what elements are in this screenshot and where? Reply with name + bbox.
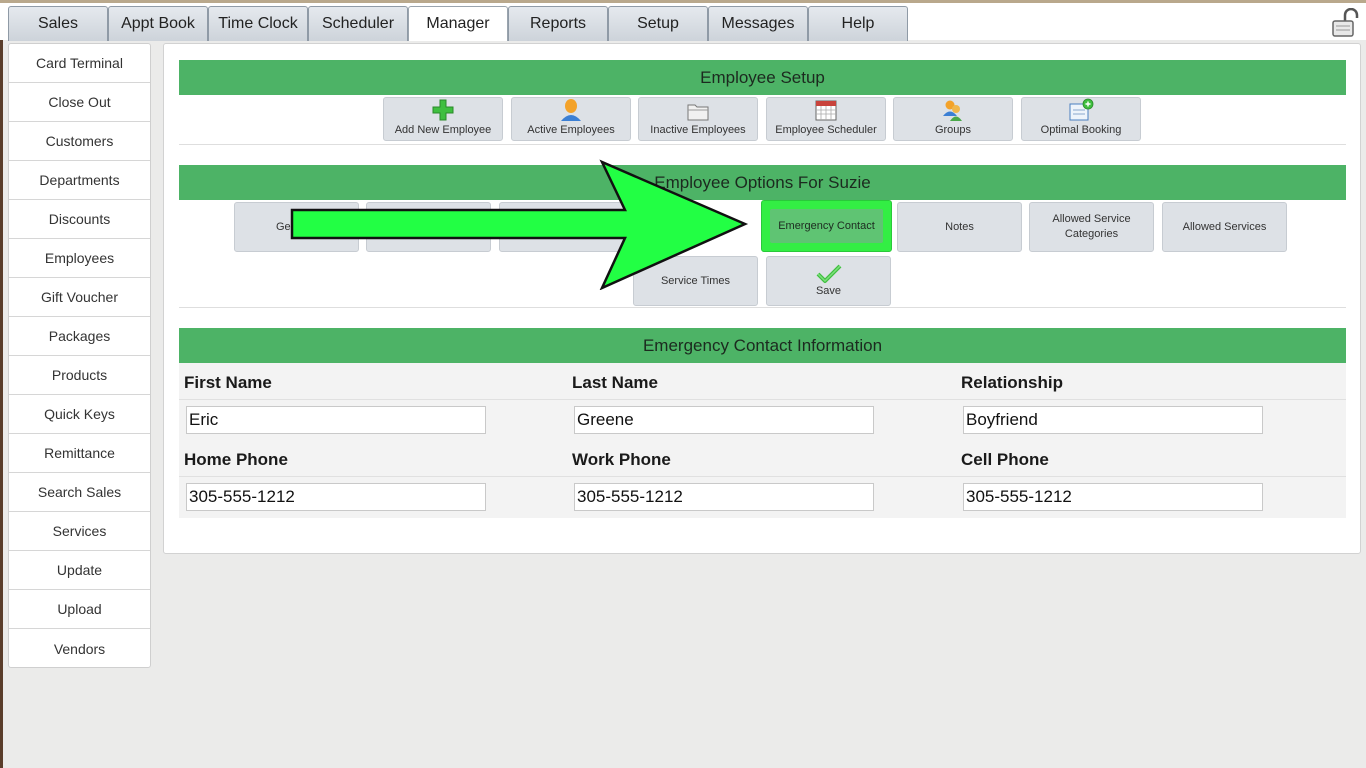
tab-messages[interactable]: Messages [708, 6, 808, 41]
add-new-employee-button[interactable]: Add New Employee [383, 97, 503, 141]
option-button-hidden-2[interactable]: s [499, 202, 624, 252]
save-button[interactable]: Save [766, 256, 891, 306]
divider [179, 144, 1346, 145]
main-tabs: Sales Appt Book Time Clock Scheduler Man… [8, 6, 908, 41]
groups-button[interactable]: Groups [893, 97, 1013, 141]
sidebar-item-card-terminal[interactable]: Card Terminal [9, 44, 150, 83]
active-employees-button[interactable]: Active Employees [511, 97, 631, 141]
sidebar-item-discounts[interactable]: Discounts [9, 200, 150, 239]
emergency-contact-button[interactable]: Emergency Contact [761, 200, 892, 252]
emergency-contact-form: First Name Last Name Relationship Home P… [179, 363, 1346, 518]
sidebar-item-update[interactable]: Update [9, 551, 150, 590]
sidebar-item-search-sales[interactable]: Search Sales [9, 473, 150, 512]
sidebar-item-products[interactable]: Products [9, 356, 150, 395]
sidebar-item-vendors[interactable]: Vendors [9, 629, 150, 668]
active-employees-label: Active Employees [527, 124, 615, 136]
sidebar-item-employees[interactable]: Employees [9, 239, 150, 278]
employee-options-header: Employee Options For Suzie [179, 165, 1346, 200]
tab-setup[interactable]: Setup [608, 6, 708, 41]
home-phone-label: Home Phone [184, 450, 288, 469]
relationship-field[interactable] [963, 406, 1263, 434]
groups-label: Groups [934, 124, 972, 136]
divider [179, 399, 1346, 400]
cell-phone-label: Cell Phone [961, 450, 1049, 469]
last-name-label: Last Name [572, 373, 658, 392]
sidebar-item-upload[interactable]: Upload [9, 590, 150, 629]
add-new-employee-label: Add New Employee [394, 124, 492, 136]
divider [179, 307, 1346, 308]
sidebar-item-gift-voucher[interactable]: Gift Voucher [9, 278, 150, 317]
sidebar-item-services[interactable]: Services [9, 512, 150, 551]
sidebar-item-customers[interactable]: Customers [9, 122, 150, 161]
first-name-label: First Name [184, 373, 272, 392]
sidebar-item-packages[interactable]: Packages [9, 317, 150, 356]
user-icon [561, 99, 581, 121]
save-label: Save [815, 284, 842, 297]
employee-scheduler-button[interactable]: Employee Scheduler [766, 97, 886, 141]
tab-help[interactable]: Help [808, 6, 908, 41]
add-plus-icon [432, 99, 454, 121]
cell-phone-field[interactable] [963, 483, 1263, 511]
work-phone-label: Work Phone [572, 450, 671, 469]
window-edge [0, 40, 3, 768]
work-phone-field[interactable] [574, 483, 874, 511]
general-button[interactable]: Ge [234, 202, 359, 252]
home-phone-field[interactable] [186, 483, 486, 511]
option-button-hidden-1[interactable] [366, 202, 491, 252]
optimal-booking-label: Optimal Booking [1040, 124, 1122, 136]
sidebar-item-close-out[interactable]: Close Out [9, 83, 150, 122]
service-times-button[interactable]: Service Times [633, 256, 758, 306]
sidebar-item-remittance[interactable]: Remittance [9, 434, 150, 473]
emergency-contact-header: Emergency Contact Information [179, 328, 1346, 363]
tab-scheduler[interactable]: Scheduler [308, 6, 408, 41]
employee-setup-header: Employee Setup [179, 60, 1346, 95]
folder-icon [687, 104, 709, 121]
tab-sales[interactable]: Sales [8, 6, 108, 41]
booking-icon [1069, 98, 1094, 121]
employee-scheduler-label: Employee Scheduler [775, 124, 877, 136]
emergency-contact-label: Emergency Contact [770, 209, 883, 243]
tab-time-clock[interactable]: Time Clock [208, 6, 308, 41]
tab-reports[interactable]: Reports [508, 6, 608, 41]
tab-manager[interactable]: Manager [408, 6, 508, 41]
notes-button[interactable]: Notes [897, 202, 1022, 252]
first-name-field[interactable] [186, 406, 486, 434]
inactive-employees-button[interactable]: Inactive Employees [638, 97, 758, 141]
relationship-label: Relationship [961, 373, 1064, 392]
optimal-booking-button[interactable]: Optimal Booking [1021, 97, 1141, 141]
inactive-employees-label: Inactive Employees [650, 124, 746, 136]
calendar-icon [815, 100, 837, 121]
main-panel: Employee Setup Add New Employee Active E… [163, 43, 1361, 554]
top-bar: Sales Appt Book Time Clock Scheduler Man… [0, 0, 1366, 41]
sidebar: Card Terminal Close Out Customers Depart… [8, 43, 151, 668]
allowed-services-button[interactable]: Allowed Services [1162, 202, 1287, 252]
allowed-service-categories-button[interactable]: Allowed Service Categories [1029, 202, 1154, 252]
sidebar-item-quick-keys[interactable]: Quick Keys [9, 395, 150, 434]
users-group-icon [943, 100, 962, 121]
lock-icon[interactable] [1330, 7, 1360, 38]
checkmark-icon [816, 264, 841, 283]
last-name-field[interactable] [574, 406, 874, 434]
sidebar-item-departments[interactable]: Departments [9, 161, 150, 200]
divider [179, 476, 1346, 477]
tab-appt-book[interactable]: Appt Book [108, 6, 208, 41]
